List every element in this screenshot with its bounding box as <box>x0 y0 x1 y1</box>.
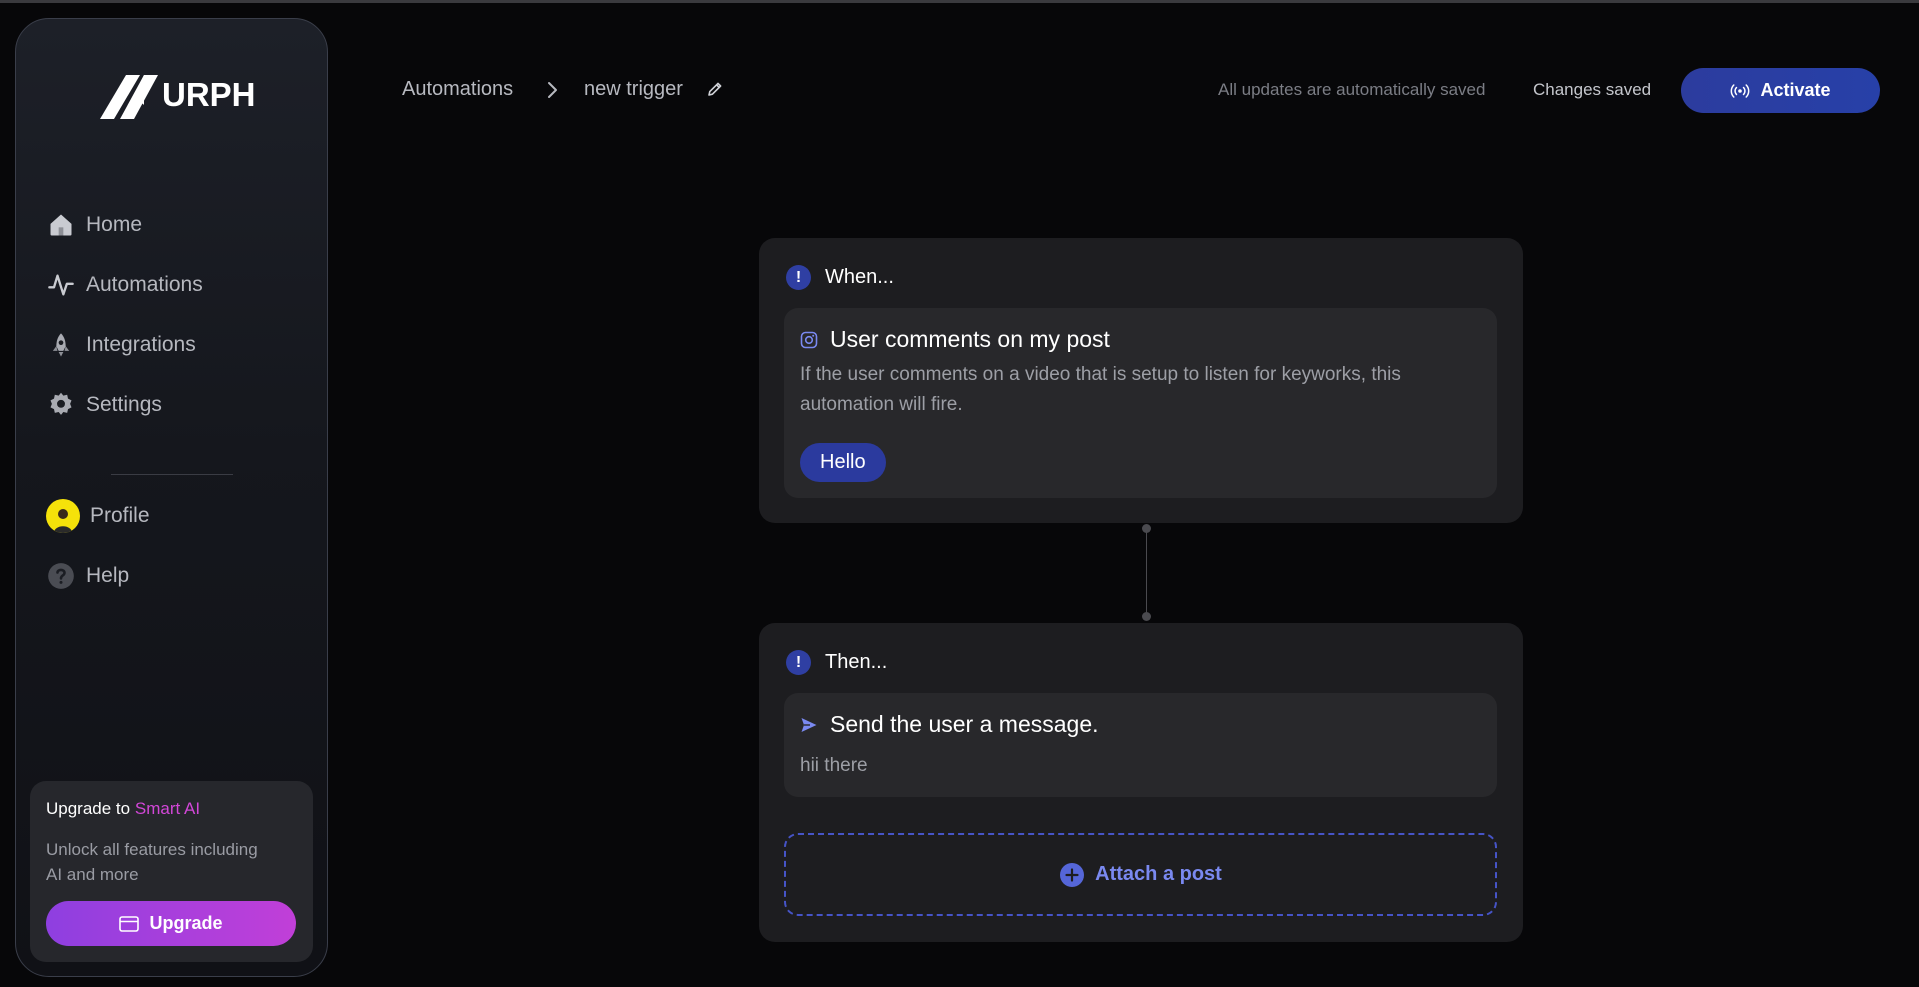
window-top-border <box>0 0 1919 3</box>
chevron-right-icon <box>545 80 561 105</box>
sidebar-item-settings[interactable]: Settings <box>46 385 162 425</box>
upgrade-button-label: Upgrade <box>149 913 223 933</box>
flow-connector <box>1146 528 1147 616</box>
action-card: ! Then... Send the user a message. hii t… <box>759 623 1523 942</box>
attach-post-button[interactable]: Attach a post <box>784 833 1497 916</box>
sidebar-item-integrations[interactable]: Integrations <box>46 325 196 365</box>
plus-circle-icon <box>1060 862 1085 887</box>
activate-label: Activate <box>1760 80 1831 100</box>
rocket-icon <box>46 330 76 360</box>
sidebar-item-profile[interactable]: Profile <box>46 496 150 536</box>
sidebar-item-label: Automations <box>86 273 203 296</box>
trigger-item-title: User comments on my post <box>800 326 1110 353</box>
avatar <box>46 499 80 533</box>
breadcrumb-automations[interactable]: Automations <box>402 78 513 101</box>
help-icon <box>46 561 76 591</box>
attach-post-label: Attach a post <box>1095 863 1222 885</box>
instagram-icon <box>800 331 818 348</box>
save-status: Changes saved <box>1533 80 1652 99</box>
trigger-card-header: ! When... <box>786 265 894 290</box>
trigger-description: If the user comments on a video that is … <box>800 364 1401 415</box>
sidebar: URPH Home Automations Integrations Setti… <box>15 18 328 977</box>
trigger-card-heading: When... <box>825 266 894 288</box>
upgrade-title-prefix: Upgrade to <box>46 799 131 818</box>
upgrade-title: Upgrade to Smart AI <box>46 799 200 819</box>
action-card-heading: Then... <box>825 651 888 673</box>
upgrade-card: Upgrade to Smart AI Unlock all features … <box>30 781 313 962</box>
trigger-card: ! When... User comments on my post If th… <box>759 238 1523 523</box>
upgrade-title-accent: Smart AI <box>134 799 201 818</box>
sidebar-item-help[interactable]: Help <box>46 556 129 596</box>
credit-card-icon <box>119 915 140 932</box>
sidebar-divider <box>111 474 233 475</box>
sidebar-item-label: Help <box>86 564 130 587</box>
upgrade-description: Unlock all features including AI and mor… <box>46 840 258 884</box>
send-icon <box>801 717 817 732</box>
trigger-title-text: User comments on my post <box>830 326 1110 352</box>
action-item[interactable]: Send the user a message. hii there <box>784 693 1497 797</box>
gear-icon <box>46 390 76 420</box>
keyword-chip[interactable]: Hello <box>800 443 886 482</box>
activate-button[interactable]: Activate <box>1681 68 1880 113</box>
sidebar-item-home[interactable]: Home <box>46 205 142 245</box>
breadcrumb-current[interactable]: new trigger <box>584 78 683 101</box>
sidebar-item-automations[interactable]: Automations <box>46 265 203 305</box>
trigger-item[interactable]: User comments on my post If the user com… <box>784 308 1497 498</box>
action-item-title: Send the user a message. <box>800 711 1099 738</box>
action-title-text: Send the user a message. <box>830 711 1099 737</box>
logo[interactable]: URPH <box>100 71 256 119</box>
activity-icon <box>46 270 76 300</box>
home-icon <box>46 210 76 240</box>
broadcast-icon <box>1731 83 1750 98</box>
autosave-note: All updates are automatically saved <box>1218 80 1486 99</box>
exclamation-icon: ! <box>786 650 811 675</box>
sidebar-item-label: Home <box>86 213 143 236</box>
action-message: hii there <box>800 755 868 776</box>
upgrade-button[interactable]: Upgrade <box>46 901 296 946</box>
pencil-icon[interactable] <box>706 80 724 103</box>
exclamation-icon: ! <box>786 265 811 290</box>
connector-dot-bottom <box>1142 612 1151 621</box>
sidebar-item-label: Settings <box>86 393 162 416</box>
sidebar-item-label: Integrations <box>86 333 196 356</box>
logo-mark-icon <box>100 75 158 119</box>
logo-text: URPH <box>162 76 256 113</box>
action-card-header: ! Then... <box>786 650 887 675</box>
sidebar-item-label: Profile <box>90 504 150 527</box>
